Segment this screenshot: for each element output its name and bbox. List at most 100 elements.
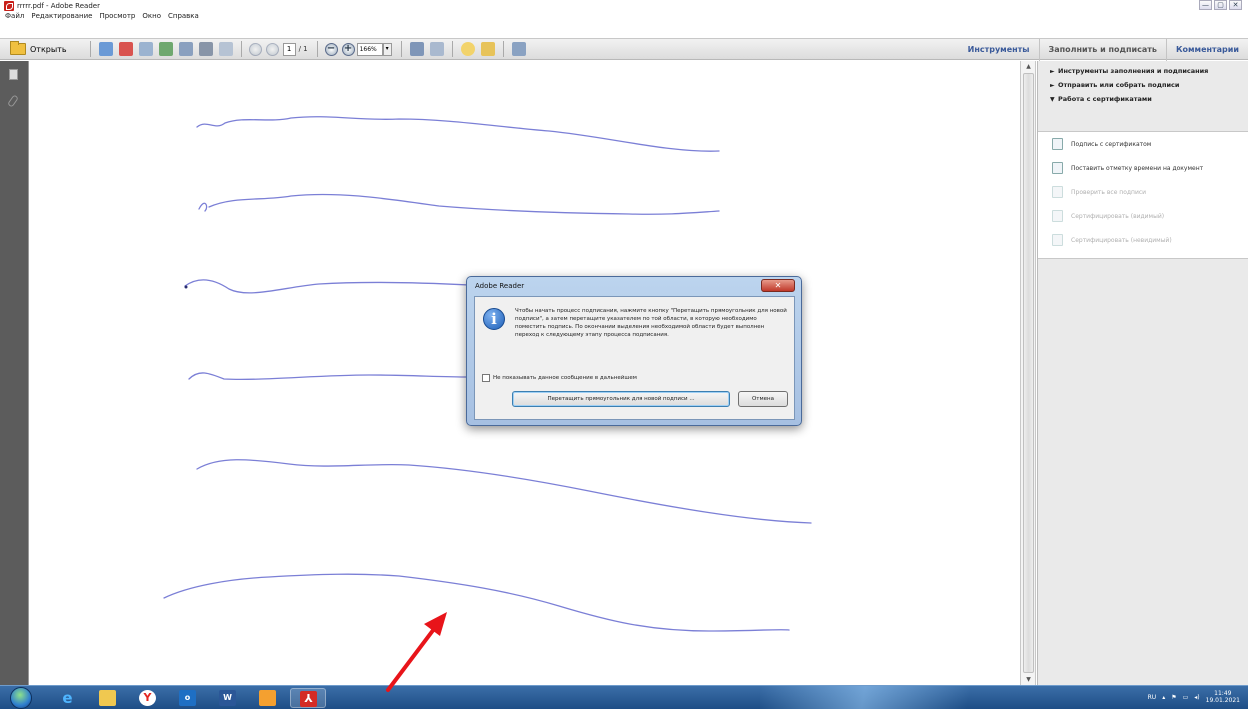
fit-page-icon[interactable] [409,42,424,56]
language-indicator[interactable]: RU [1148,694,1157,701]
tab-tools[interactable]: Инструменты [959,39,1039,61]
minimize-button[interactable]: — [1199,0,1212,10]
taskbar-app-yandex[interactable]: Y [130,688,166,708]
taskbar-app-archiver[interactable] [250,688,286,708]
toolbar-separator [89,41,91,57]
scroll-up-icon[interactable]: ▲ [1024,63,1033,70]
dont-show-again-checkbox[interactable] [482,374,490,382]
tab-comment[interactable]: Комментарии [1165,39,1248,61]
taskbar-app-ie[interactable]: e [50,688,86,708]
taskbar: e Y o W ⅄ RU ▴ ⚑ ▭ ◂) 11:49 19.01.2021 [0,685,1248,709]
tool-label: Сертифицировать (видимый) [1071,212,1165,220]
highlight-icon[interactable] [480,42,495,56]
dialog-message: Чтобы начать процесс подписания, нажмите… [515,308,787,338]
adobe-reader-icon [4,0,14,11]
window-controls: — ▢ ✕ [1199,0,1242,10]
toolbar-separator [400,41,402,57]
maximize-button[interactable]: ▢ [1214,0,1227,10]
ink-dot [184,285,188,289]
yandex-icon: Y [139,690,156,706]
section-certificates[interactable]: ▼ Работа с сертификатами [1038,89,1248,109]
print-icon[interactable] [198,42,213,56]
prev-page-icon[interactable] [248,42,262,56]
dialog-close-button[interactable]: ✕ [761,279,795,292]
create-pdf-icon[interactable] [98,42,113,56]
menu-edit[interactable]: Редактирование [31,12,92,37]
tool-timestamp[interactable]: Поставить отметку времени на документ [1038,156,1248,180]
next-page-icon[interactable] [265,42,279,56]
dont-show-again-label[interactable]: Не показывать данное сообщение в дальней… [493,375,637,381]
taskbar-app-word[interactable]: W [210,688,246,708]
taskbar-app-outlook[interactable]: o [170,688,206,708]
zoom-dropdown-icon[interactable]: ▾ [382,42,392,56]
tray-expand-icon[interactable]: ▴ [1162,694,1165,701]
flag-icon[interactable]: ⚑ [1171,694,1176,701]
attachment-icon[interactable] [7,94,19,108]
upload-cloud-icon[interactable] [158,42,173,56]
save-icon[interactable] [178,42,193,56]
cancel-button[interactable]: Отмена [738,391,788,407]
fullscreen-icon[interactable] [429,42,444,56]
pages-icon[interactable] [9,69,18,80]
navigation-pane [0,61,28,685]
tool-sign-with-certificate[interactable]: Подпись с сертификатом [1038,132,1248,156]
validate-icon [1052,186,1063,198]
drag-new-signature-rectangle-button[interactable]: Перетащить прямоугольник для новой подпи… [512,391,730,407]
section-label: Отправить или собрать подписи [1058,81,1180,89]
title-bar: rrrrr.pdf - Adobe Reader — ▢ ✕ [0,0,1248,11]
vertical-scrollbar[interactable]: ▲ ▼ [1020,61,1036,685]
signature-line-6 [163,573,790,632]
sign-certificate-icon [1052,138,1063,150]
toolbar-separator [451,41,453,57]
window-title: rrrrr.pdf - Adobe Reader [17,1,100,10]
certify-invisible-icon [1052,234,1063,246]
zoom-in-icon[interactable]: + [341,42,355,56]
toolbar-separator [502,41,504,57]
close-window-button[interactable]: ✕ [1229,0,1242,10]
expand-triangle-icon: ► [1050,68,1055,75]
tools-pane: ► Инструменты заполнения и подписания ► От… [1037,61,1248,685]
volume-icon[interactable]: ◂) [1194,694,1199,701]
start-button[interactable] [10,687,32,709]
combine-icon[interactable] [118,42,133,56]
ie-icon: e [62,689,73,707]
section-label: Работа с сертификатами [1058,95,1152,103]
network-icon[interactable]: ▭ [1183,694,1189,701]
signature-line-3 [184,279,470,294]
dialog-title: Adobe Reader [475,282,525,290]
zoom-out-icon[interactable]: − [324,42,338,56]
comment-icon[interactable] [460,42,475,56]
signing-dialog: Adobe Reader ✕ i Чтобы начать процесс по… [466,276,802,426]
zoom-level-input[interactable]: 166% [356,42,383,56]
clock[interactable]: 11:49 19.01.2021 [1206,690,1240,704]
toolbar-separator [316,41,318,57]
section-label: Инструменты заполнения и подписания [1058,67,1209,75]
tool-label: Поставить отметку времени на документ [1071,164,1204,172]
page-total: / 1 [298,45,308,53]
page-number-input[interactable]: 1 [282,42,296,56]
word-icon: W [219,690,236,706]
tab-fill-sign[interactable]: Заполнить и подписать [1038,39,1166,61]
open-button[interactable]: Открыть [10,41,67,55]
taskbar-glow [760,686,990,709]
scroll-down-icon[interactable]: ▼ [1024,676,1033,683]
email-icon[interactable] [218,42,233,56]
edit-icon[interactable] [138,42,153,56]
expand-icon[interactable] [511,42,526,56]
dont-show-again-row[interactable]: Не показывать данное сообщение в дальней… [482,374,637,382]
clock-time: 11:49 [1214,690,1232,697]
signature-line-1 [196,116,720,152]
folder-icon [99,690,116,706]
menu-window[interactable]: Окно [142,12,161,37]
tool-label: Сертифицировать (невидимый) [1071,236,1172,244]
menu-help[interactable]: Справка [168,12,199,37]
expand-triangle-icon: ► [1050,82,1055,89]
toolbar: Открыть 1 / 1 − + 166% ▾ Инструменты Зап… [0,38,1248,61]
system-tray: RU ▴ ⚑ ▭ ◂) 11:49 19.01.2021 [1148,690,1240,704]
scroll-thumb[interactable] [1023,73,1034,673]
menu-view[interactable]: Просмотр [99,12,135,37]
menu-file[interactable]: Файл [5,12,24,37]
taskbar-app-explorer[interactable] [90,688,126,708]
taskbar-app-adobe-reader[interactable]: ⅄ [290,688,326,708]
tool-certify-invisible: Сертифицировать (невидимый) [1038,228,1248,252]
